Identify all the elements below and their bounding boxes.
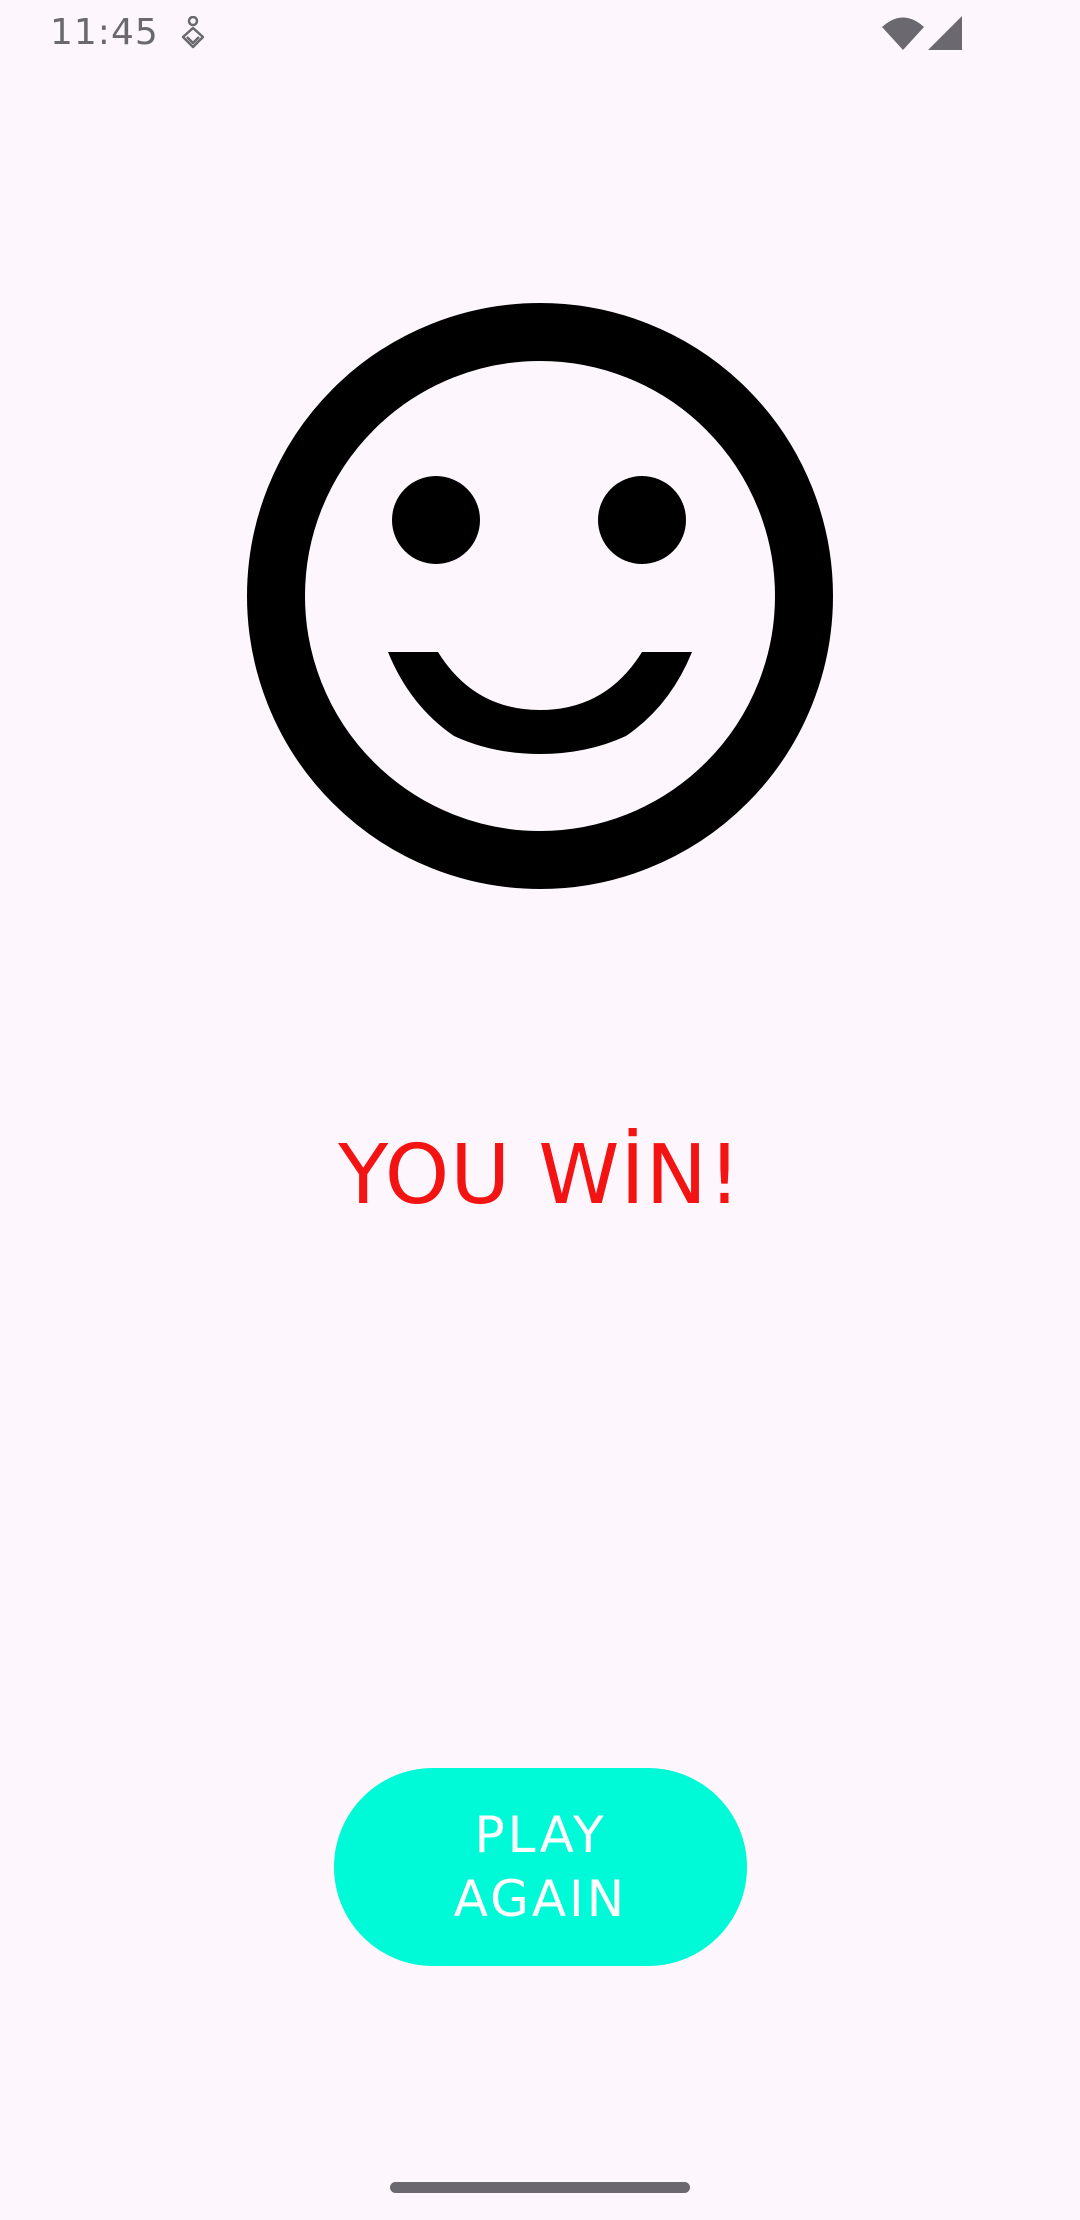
gesture-nav-handle[interactable] <box>390 2182 690 2193</box>
wifi-icon <box>882 17 924 50</box>
cell-signal-icon <box>928 16 962 50</box>
result-message: YOU WİN! <box>338 1128 742 1223</box>
status-time: 11:45 <box>50 12 159 53</box>
status-bar: 11:45 <box>0 0 1080 66</box>
accessibility-figure-icon <box>181 16 205 49</box>
smiley-face-icon <box>247 303 833 889</box>
play-again-label: PLAY AGAIN <box>453 1806 628 1928</box>
play-again-button[interactable]: PLAY AGAIN <box>334 1768 747 1966</box>
